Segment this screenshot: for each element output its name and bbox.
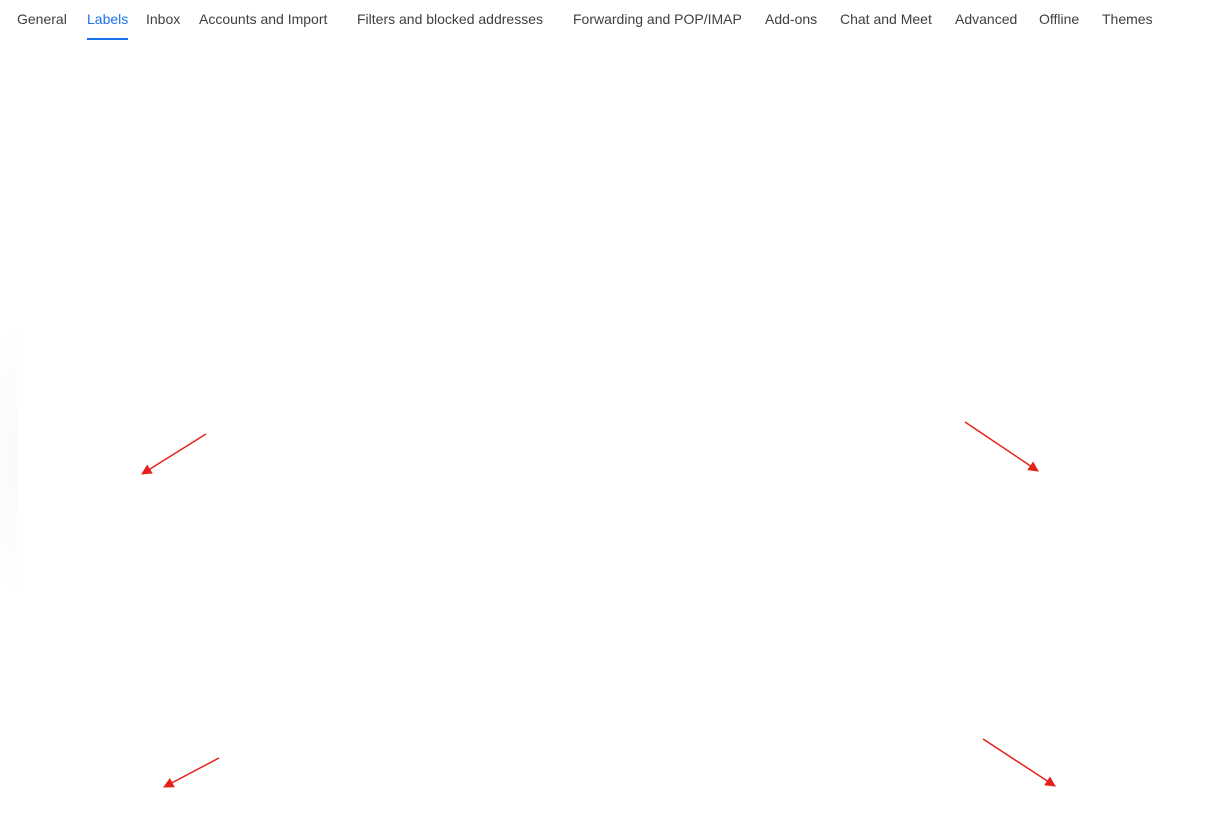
settings-tab-bar: General Labels Inbox Accounts and Import Fil… xyxy=(0,0,1163,40)
tab-advanced[interactable]: Advanced xyxy=(955,0,1017,40)
tab-inbox[interactable]: Inbox xyxy=(146,0,180,40)
tab-labels[interactable]: Labels xyxy=(87,0,129,40)
tab-themes[interactable]: Themes xyxy=(1102,0,1153,40)
tab-accounts-and-import[interactable]: Accounts and Import xyxy=(199,0,327,40)
tab-chat-and-meet[interactable]: Chat and Meet xyxy=(840,0,932,40)
labels-settings-panel xyxy=(17,40,1220,834)
tab-add-ons[interactable]: Add-ons xyxy=(765,0,817,40)
tab-filters-and-blocked-addresses[interactable]: Filters and blocked addresses xyxy=(357,0,543,40)
tab-forwarding-and-pop-imap[interactable]: Forwarding and POP/IMAP xyxy=(573,0,742,40)
tab-general[interactable]: General xyxy=(17,0,67,40)
tab-offline[interactable]: Offline xyxy=(1039,0,1079,40)
